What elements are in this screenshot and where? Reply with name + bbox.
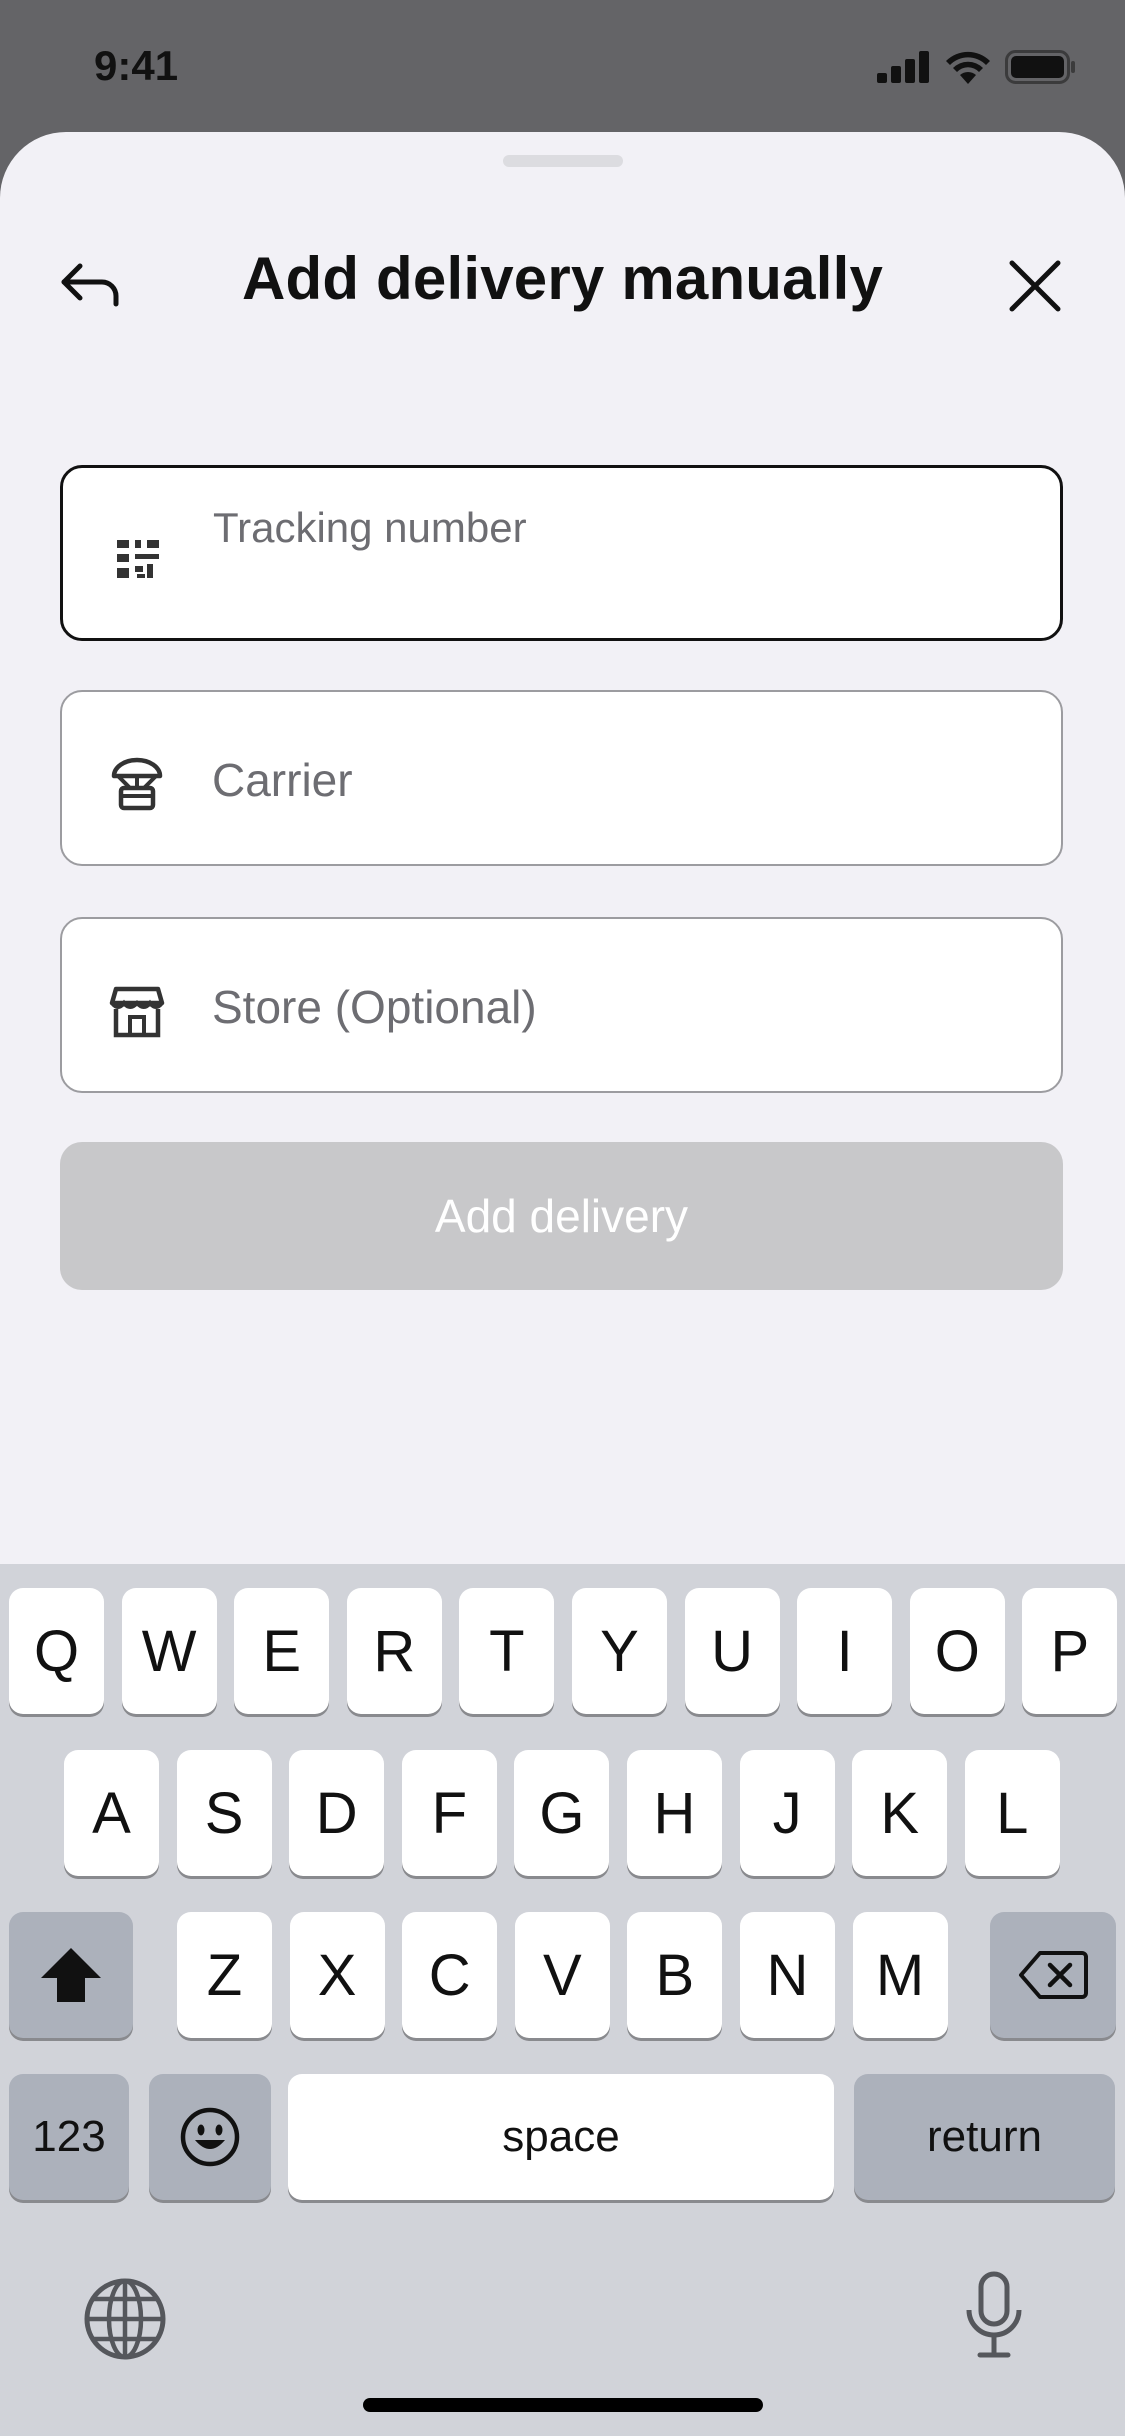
delete-icon	[1019, 1951, 1088, 1999]
space-key[interactable]: space	[288, 2074, 834, 2200]
key-u[interactable]: U	[684, 1588, 780, 1714]
key-e[interactable]: E	[234, 1588, 330, 1714]
key-w[interactable]: W	[121, 1588, 217, 1714]
key-b[interactable]: B	[627, 1912, 723, 2038]
return-key[interactable]: return	[854, 2074, 1115, 2200]
key-n[interactable]: N	[740, 1912, 835, 2038]
tracking-number-field[interactable]: Tracking number	[60, 465, 1063, 641]
emoji-icon	[180, 2107, 240, 2167]
globe-button[interactable]	[83, 2277, 167, 2361]
close-icon	[1009, 260, 1061, 312]
key-i[interactable]: I	[797, 1588, 893, 1714]
key-q[interactable]: Q	[9, 1588, 104, 1714]
key-h[interactable]: H	[627, 1750, 722, 1876]
key-g[interactable]: G	[514, 1750, 610, 1876]
space-key-label: space	[502, 2112, 620, 2161]
key-m[interactable]: M	[852, 1912, 948, 2038]
carrier-placeholder: Carrier	[212, 754, 353, 806]
key-s[interactable]: S	[176, 1750, 272, 1876]
key-l[interactable]: L	[964, 1750, 1060, 1876]
globe-icon	[84, 2278, 166, 2360]
key-o[interactable]: O	[909, 1588, 1005, 1714]
key-z[interactable]: Z	[177, 1912, 272, 2038]
key-y[interactable]: Y	[572, 1588, 667, 1714]
numbers-key[interactable]: 123	[9, 2074, 129, 2200]
battery-icon	[1005, 50, 1075, 84]
key-x[interactable]: X	[289, 1912, 385, 2038]
return-key-label: return	[927, 2112, 1042, 2161]
key-c[interactable]: C	[402, 1912, 498, 2038]
key-r[interactable]: R	[346, 1588, 442, 1714]
key-t[interactable]: T	[459, 1588, 555, 1714]
storefront-icon	[109, 986, 165, 1038]
microphone-icon	[966, 2271, 1022, 2358]
sheet-grabber[interactable]	[503, 155, 623, 167]
store-field[interactable]: Store (Optional)	[60, 917, 1063, 1093]
keyboard: QWERTYUIOP ASDFGHJKL ZXCVBNM 123 space r…	[0, 1564, 1125, 2436]
barcode-icon	[117, 540, 159, 578]
page-title: Add delivery manually	[241, 245, 884, 312]
add-delivery-button[interactable]: Add delivery	[60, 1142, 1063, 1290]
shift-icon	[41, 1948, 101, 2002]
shift-key[interactable]	[9, 1912, 133, 2038]
status-bar: 9:41	[0, 0, 1125, 135]
tracking-number-placeholder: Tracking number	[213, 504, 527, 551]
key-j[interactable]: J	[739, 1750, 835, 1876]
store-placeholder: Store (Optional)	[212, 981, 537, 1033]
microphone-button[interactable]	[964, 2270, 1024, 2360]
key-v[interactable]: V	[514, 1912, 610, 2038]
close-button[interactable]	[1006, 257, 1064, 315]
numbers-key-label: 123	[32, 2112, 106, 2161]
cellular-signal-icon	[877, 51, 929, 83]
key-k[interactable]: K	[852, 1750, 948, 1876]
key-a[interactable]: A	[64, 1750, 159, 1876]
delete-key[interactable]	[990, 1912, 1116, 2038]
home-indicator	[363, 2398, 763, 2412]
emoji-key[interactable]	[149, 2074, 271, 2200]
status-time: 9:41	[94, 42, 179, 89]
wifi-icon	[946, 51, 990, 84]
key-p[interactable]: P	[1022, 1588, 1118, 1714]
parachute-box-icon	[111, 757, 163, 811]
carrier-field[interactable]: Carrier	[60, 690, 1063, 866]
key-d[interactable]: D	[289, 1750, 385, 1876]
status-icons	[877, 50, 1077, 84]
key-f[interactable]: F	[401, 1750, 497, 1876]
